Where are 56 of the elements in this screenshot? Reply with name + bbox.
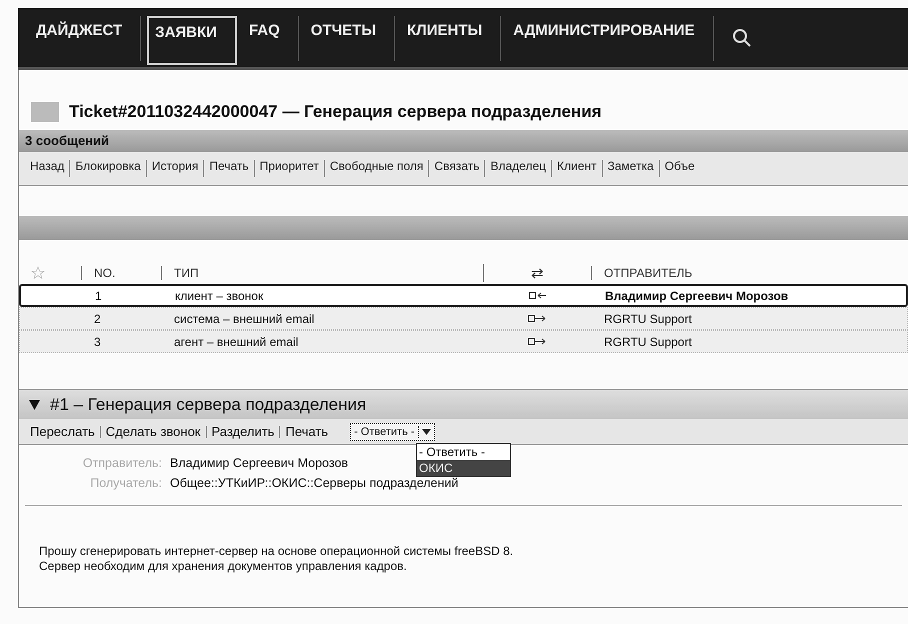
message-row[interactable]: 2 система – внешний email RGRTU Support xyxy=(19,307,908,330)
field-value: Владимир Сергеевич Морозов xyxy=(170,456,348,470)
incoming-arrow-icon xyxy=(529,290,547,300)
message-body-line: Сервер необходим для хранения документов управления кадров. xyxy=(39,559,408,574)
table-cell-text: система – внешний email xyxy=(173,312,316,326)
reply-select[interactable]: - Ответить - xyxy=(350,422,435,440)
ticket-action-link[interactable]: Свободные поля xyxy=(324,160,428,177)
table-cell-text: агент – внешний email xyxy=(173,334,300,348)
nav-tab[interactable]: ДАЙДЖЕСТ xyxy=(30,16,142,61)
field-label: Получатель: xyxy=(89,476,163,490)
column-header: ⇄ xyxy=(483,264,591,282)
caret-icon xyxy=(422,428,431,434)
ticket-action-link[interactable]: Назад xyxy=(25,160,70,177)
table-cell-text: RGRTU Support xyxy=(603,334,693,348)
message-row[interactable]: 3 агент – внешний email RGRTU Support xyxy=(19,330,908,353)
ticket-action-link[interactable]: Клиент xyxy=(551,160,602,177)
article-action-link[interactable]: Разделить xyxy=(206,426,280,438)
table-cell-text: клиент – звонок xyxy=(174,288,264,302)
message-body-line: Прошу сгенерировать интернет-сервер на основе операционной системы freeBSD 8. xyxy=(39,544,514,559)
star-icon[interactable] xyxy=(31,266,45,280)
table-cell-text: RGRTU Support xyxy=(603,312,693,326)
column-header: ОТПРАВИТЕЛЬ xyxy=(591,266,908,280)
article-title: #1 – Генерация сервера подразделения xyxy=(50,394,366,414)
nav-tab[interactable]: ОТЧЕТЫ xyxy=(304,16,396,61)
article-action-link[interactable]: Переслать xyxy=(25,426,100,438)
ticket-swatch xyxy=(31,102,59,122)
outgoing-arrow-icon xyxy=(528,314,546,322)
table-cell-text: 1 xyxy=(94,288,103,302)
menu-option[interactable]: ОКИС xyxy=(417,460,510,476)
field-label: Отправитель: xyxy=(82,456,163,470)
article-action-link[interactable]: Печать xyxy=(279,426,334,438)
ticket-action-link[interactable]: Заметка xyxy=(602,160,659,177)
field-value: Общее::УТКиИР::ОКИС::Серверы подразделений xyxy=(170,476,458,490)
expand-toggle-icon[interactable] xyxy=(29,400,40,410)
ticket-title: Ticket#2011032442000047 — Генерация сервера подразделения xyxy=(69,102,602,122)
nav-tab[interactable]: ЗАЯВКИ xyxy=(147,16,237,65)
ticket-action-link[interactable]: История xyxy=(146,160,204,177)
ticket-action-link[interactable]: Приоритет xyxy=(254,160,324,177)
nav-tab[interactable]: FAQ xyxy=(242,16,299,61)
table-cell-text: 2 xyxy=(93,312,102,326)
ticket-action-link[interactable]: Связать xyxy=(428,160,484,177)
article-action-link[interactable]: Сделать звонок xyxy=(100,426,206,438)
column-header: NO. xyxy=(81,266,161,280)
outgoing-arrow-icon xyxy=(528,336,546,346)
table-cell-text: Владимир Сергеевич Морозов xyxy=(604,288,790,302)
nav-tab[interactable]: АДМИНИСТРИРОВАНИЕ xyxy=(507,16,714,61)
messages-bar: 3 сообщений xyxy=(19,130,908,152)
ticket-action-link[interactable]: Блокировка xyxy=(69,160,146,177)
column-header: ТИП xyxy=(161,266,483,280)
search-icon[interactable] xyxy=(732,28,752,48)
ticket-action-link[interactable]: Печать xyxy=(203,160,254,177)
message-row[interactable]: 1 клиент – звонок Владимир Сергеевич Морозов xyxy=(19,284,908,307)
table-cell-text: 3 xyxy=(93,334,102,348)
nav-tab[interactable]: КЛИЕНТЫ xyxy=(401,16,502,61)
ticket-action-link[interactable]: Владелец xyxy=(484,160,551,177)
ticket-action-link[interactable]: Объе xyxy=(658,160,700,177)
